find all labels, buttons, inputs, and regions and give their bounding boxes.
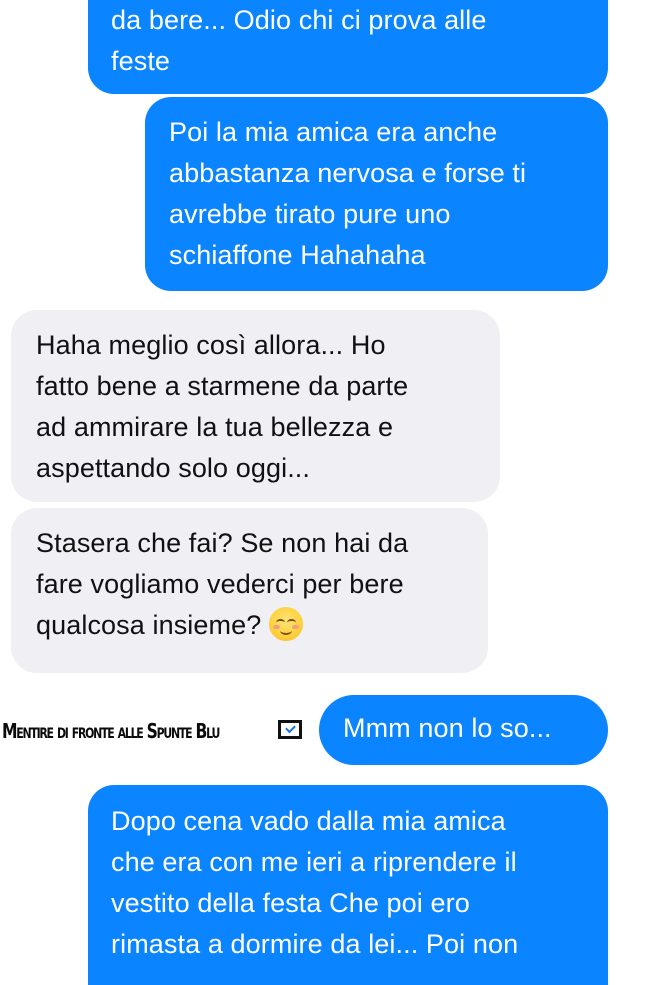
- received-message-bubble[interactable]: Haha meglio così allora... Ho fatto bene…: [11, 310, 500, 502]
- message-text-line: abbastanza nervosa e forse ti: [169, 158, 527, 188]
- message-text: qualcosa insieme?: [36, 610, 262, 640]
- message-text-line: ad ammirare la tua bellezza e: [36, 412, 394, 442]
- message-text-line: Dopo cena vado dalla mia amica: [111, 806, 506, 836]
- message-text-line-with-emoji: qualcosa insieme?: [36, 605, 488, 646]
- received-message-bubble[interactable]: Stasera che fai? Se non hai da fare vogl…: [11, 508, 488, 673]
- message-text-line: che era con me ieri a riprendere il: [111, 847, 517, 877]
- message-text-line: aspettando solo oggi...: [36, 453, 311, 483]
- sent-message-bubble[interactable]: Poi la mia amica era anche abbastanza ne…: [145, 97, 608, 291]
- sent-message-bubble[interactable]: Mmm non lo so...: [319, 695, 608, 765]
- message-text-line: Stasera che fai? Se non hai da: [36, 528, 409, 558]
- sent-message-bubble[interactable]: da bere... Odio chi ci prova alle feste: [88, 0, 608, 94]
- sent-message-bubble[interactable]: Dopo cena vado dalla mia amica che era c…: [88, 785, 608, 985]
- checkbox-icon: [278, 720, 302, 739]
- message-text-line: Poi la mia amica era anche: [169, 117, 498, 147]
- watermark-text: Mentire di fronte alle Spunte Blu: [2, 719, 220, 743]
- message-text-line: vestito della festa Che poi ero: [111, 888, 470, 918]
- message-text-line: da bere... Odio chi ci prova alle: [111, 5, 487, 35]
- message-text-line: fatto bene a starmene da parte: [36, 371, 409, 401]
- message-text-line: feste: [111, 46, 171, 76]
- message-text-line: schiaffone Hahahaha: [169, 240, 426, 270]
- watermark: Mentire di fronte alle Spunte Blu: [2, 714, 352, 748]
- message-text-line: rimasta a dormire da lei... Poi non: [111, 929, 519, 959]
- message-text-line: Haha meglio così allora... Ho: [36, 330, 386, 360]
- message-text-line: avrebbe tirato pure uno: [169, 199, 451, 229]
- message-text-line: Mmm non lo so...: [343, 713, 552, 743]
- message-text-line: fare vogliamo vederci per bere: [36, 569, 404, 599]
- smiling-face-emoji-icon: [269, 607, 304, 641]
